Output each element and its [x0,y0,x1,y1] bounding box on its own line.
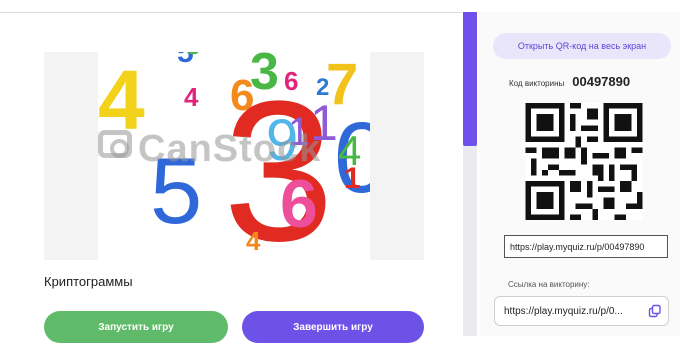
cover-image-content: 5 4 6 3 2 4 6 3 7 1 9 1 0 4 5 6 1 4 3 Ca… [98,52,370,260]
cover-digit: 3 [186,52,200,58]
camera-watermark-icon [98,130,132,158]
quiz-link-value: https://play.myquiz.ru/p/0... [504,305,623,317]
cover-digit: 6 [280,166,318,242]
quiz-link-label: Ссылка на викторину: [508,280,590,289]
cover-watermark: CanStock [138,128,322,170]
end-game-button[interactable]: Завершить игру [242,311,424,343]
start-game-button[interactable]: Запустить игру [44,311,228,343]
scrollbar-thumb[interactable] [463,12,477,146]
game-panel: 5 4 6 3 2 4 6 3 7 1 9 1 0 4 5 6 1 4 3 Ca… [0,0,462,343]
qr-code [525,103,643,220]
cover-digit: 4 [184,82,199,112]
quiz-code-value: 00497890 [572,74,631,89]
copy-icon[interactable] [648,304,662,318]
qr-url-field[interactable]: https://play.myquiz.ru/p/00497890 [504,235,668,258]
quiz-code-label: Код викторины [509,79,565,88]
quiz-code-row: Код викторины 00497890 [509,74,669,90]
cover-digit: 1 [344,162,361,195]
game-cover-image: 5 4 6 3 2 4 6 3 7 1 9 1 0 4 5 6 1 4 3 Ca… [44,52,424,260]
quiz-title: Криптограммы [44,274,133,289]
quiz-link-field[interactable]: https://play.myquiz.ru/p/0... [494,296,669,326]
cover-digit: 4 [246,226,261,256]
open-qr-fullscreen-button[interactable]: Открыть QR-код на весь экран [493,33,671,59]
